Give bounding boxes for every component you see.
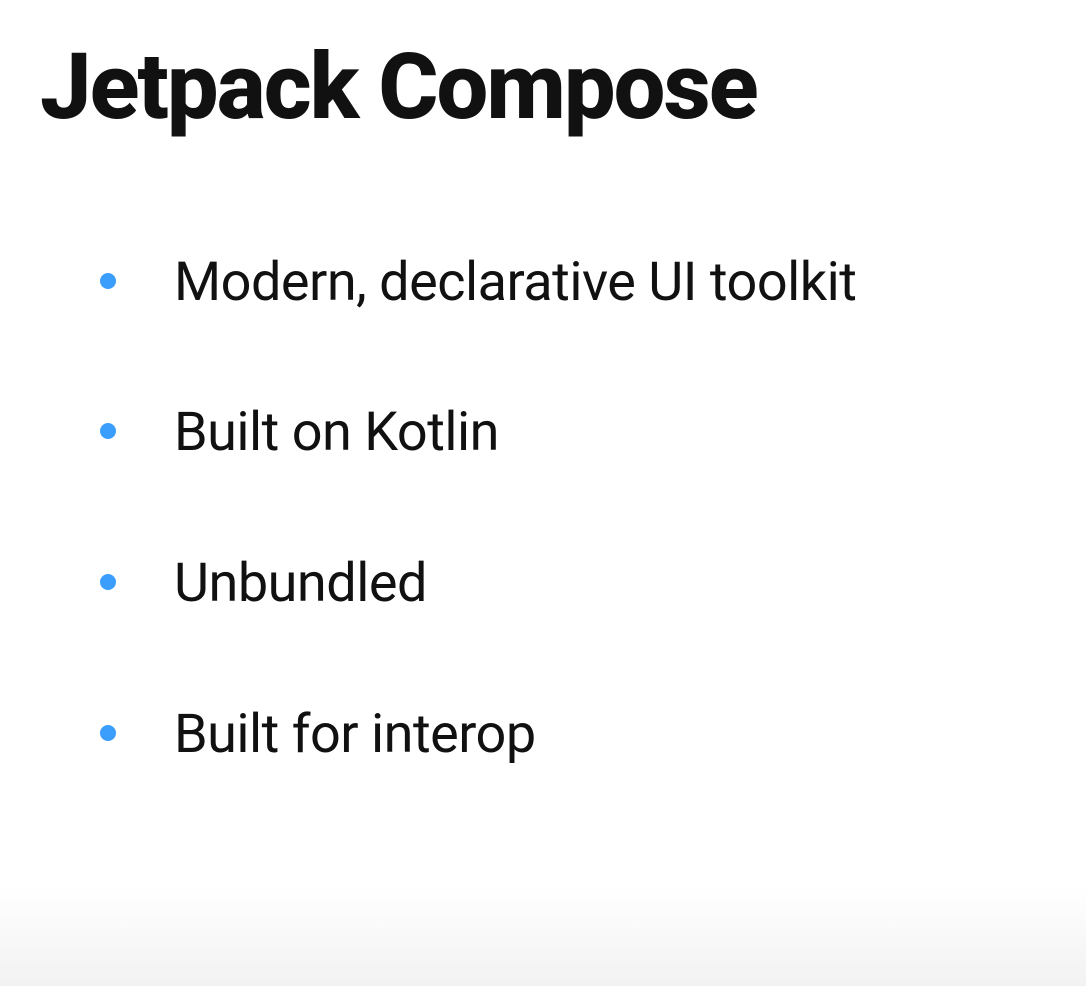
bullet-text: Unbundled bbox=[174, 548, 427, 621]
bullet-icon bbox=[100, 273, 116, 289]
list-item: Built on Kotlin bbox=[100, 397, 1046, 470]
bullet-icon bbox=[100, 423, 116, 439]
bullet-icon bbox=[100, 725, 116, 741]
bullet-icon bbox=[100, 574, 116, 590]
bullet-text: Built for interop bbox=[174, 699, 536, 772]
slide-title: Jetpack Compose bbox=[40, 40, 1046, 137]
list-item: Modern, declarative UI toolkit bbox=[100, 247, 1046, 320]
list-item: Unbundled bbox=[100, 548, 1046, 621]
bullet-text: Modern, declarative UI toolkit bbox=[174, 247, 856, 320]
bullet-text: Built on Kotlin bbox=[174, 397, 499, 470]
list-item: Built for interop bbox=[100, 699, 1046, 772]
bullet-list: Modern, declarative UI toolkit Built on … bbox=[40, 247, 1046, 773]
